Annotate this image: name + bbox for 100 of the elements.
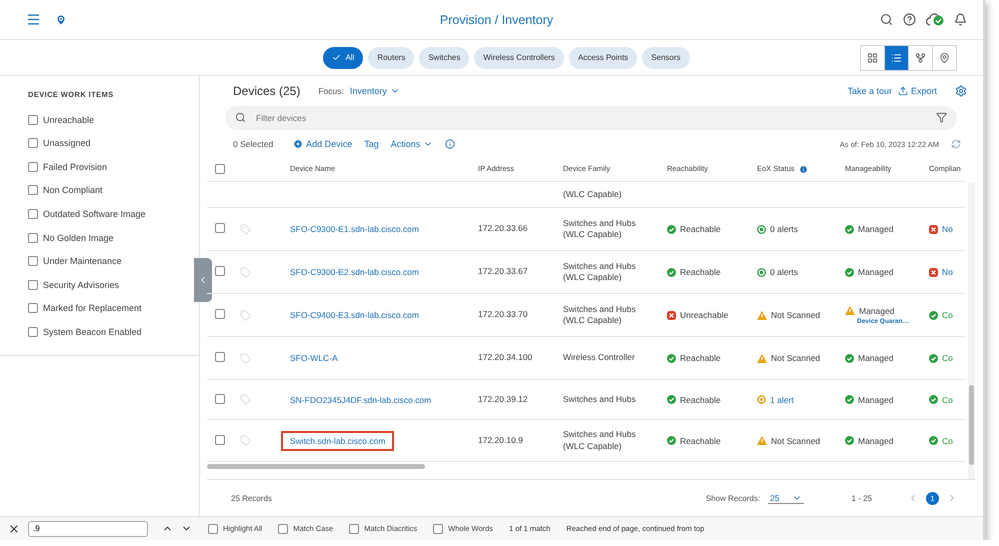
status-text: Reachable — [680, 436, 721, 446]
filter-label: Marked for Replacement — [43, 303, 142, 314]
status-text: Managed — [858, 267, 894, 277]
take-tour-link[interactable]: Take a tour — [847, 86, 892, 96]
help-icon[interactable] — [903, 13, 916, 26]
map-pin-icon — [939, 52, 950, 64]
filter-label: Non Compliant — [43, 185, 103, 196]
selected-count: 0 Selected — [233, 139, 274, 149]
table-cell-text: Switches and Hubs — [563, 394, 637, 406]
device-name-link[interactable]: SFO-C9400-E3.sdn-lab.cisco.com — [281, 305, 428, 325]
status-text: Not Scanned — [771, 353, 820, 363]
filter-label: No Golden Image — [43, 232, 114, 243]
device-name-link[interactable]: SFO-C9300-E1.sdn-lab.cisco.com — [281, 219, 428, 239]
grid-icon — [867, 52, 878, 64]
add-device-button[interactable]: Add Device — [293, 139, 352, 149]
menu-icon[interactable] — [26, 12, 41, 27]
filter-chip[interactable]: All — [323, 46, 364, 68]
status-text: Reachable — [680, 394, 721, 404]
refresh-icon[interactable] — [951, 139, 961, 149]
view-toggle-button[interactable] — [932, 45, 957, 71]
checkbox[interactable] — [349, 524, 360, 534]
filter-chip[interactable]: Switches — [419, 46, 470, 68]
checkbox[interactable] — [215, 223, 225, 233]
status-text: 0 alerts — [770, 267, 798, 277]
view-toggle-button[interactable] — [884, 45, 909, 71]
checkbox[interactable] — [215, 434, 225, 444]
tag-button[interactable]: Tag — [364, 139, 379, 149]
focus-dropdown[interactable]: Inventory — [350, 86, 400, 96]
table-cell-text: 172.20.34.100 — [478, 352, 534, 364]
search-field[interactable]: Filter devices — [225, 106, 957, 130]
notifications-icon[interactable] — [954, 13, 967, 26]
device-name-link[interactable]: SFO-WLC-A — [281, 348, 347, 368]
table-cell-text: 172.20.10.9 — [478, 434, 524, 446]
plus-circle-icon — [293, 139, 304, 149]
checkbox[interactable] — [208, 524, 218, 534]
status-text[interactable]: 1 alert — [770, 394, 794, 404]
table-cell-text: 172.20.33.66 — [478, 223, 529, 235]
checkbox[interactable] — [28, 280, 38, 290]
checkbox[interactable] — [278, 524, 288, 534]
checkbox[interactable] — [28, 162, 38, 172]
table-cell-text: Wireless Controller — [563, 352, 636, 364]
filter-chip[interactable]: Sensors — [642, 46, 690, 68]
view-toggle-button[interactable] — [908, 45, 933, 71]
filter-chip[interactable]: Wireless Controllers — [474, 46, 564, 68]
device-name-link[interactable]: Switch.sdn-lab.cisco.com — [281, 430, 394, 450]
vertical-scrollbar[interactable] — [969, 385, 974, 465]
checkbox[interactable] — [28, 208, 38, 219]
table-cell-text: 172.20.33.70 — [478, 309, 529, 321]
filter-label: Outdated Software Image — [43, 208, 146, 219]
status-text: Reachable — [680, 353, 721, 363]
info-icon[interactable] — [445, 139, 456, 149]
checkbox[interactable] — [215, 266, 225, 276]
devices-title: Devices (25) — [233, 84, 300, 98]
view-toggle-button[interactable] — [860, 45, 885, 71]
horizontal-scrollbar[interactable] — [207, 464, 425, 469]
status-text: No — [942, 267, 953, 277]
list-icon — [891, 52, 902, 64]
filter-chip[interactable]: Access Points — [568, 46, 638, 68]
page-size-select[interactable]: 25 — [768, 492, 804, 504]
device-name-link[interactable]: SFO-C9300-E2.sdn-lab.cisco.com — [281, 262, 428, 282]
cloud-check-icon[interactable] — [926, 13, 944, 26]
status-text: Managed — [858, 224, 894, 234]
device-name-link[interactable]: SN-FDO2345J4DF.sdn-lab.cisco.com — [281, 390, 440, 410]
page-title: Provision / Inventory — [438, 12, 554, 26]
record-range: 1 - 25 — [852, 494, 872, 502]
checkbox[interactable] — [28, 138, 38, 148]
checkbox[interactable] — [28, 232, 38, 243]
export-button[interactable]: Export — [898, 86, 937, 96]
checkbox[interactable] — [28, 326, 38, 337]
filter-label: Security Advisories — [43, 280, 120, 290]
actions-dropdown[interactable]: Actions — [390, 139, 434, 149]
table-cell-text: Switches and Hubs (WLC Capable) — [563, 304, 637, 326]
table-cell-text: 172.20.33.67 — [478, 266, 529, 278]
find-input[interactable]: .9 — [28, 520, 148, 536]
filter-icon[interactable] — [936, 112, 947, 123]
checkbox[interactable] — [28, 185, 38, 196]
status-text: Not Scanned — [771, 310, 820, 320]
export-icon — [898, 86, 908, 96]
table-cell-text: Switches and Hubs (WLC Capable) — [563, 218, 637, 240]
checkbox[interactable] — [215, 309, 225, 319]
checkbox[interactable] — [28, 256, 38, 266]
collapse-handle[interactable] — [194, 258, 212, 302]
checkbox[interactable] — [215, 164, 225, 174]
checkbox[interactable] — [215, 352, 225, 362]
table-cell-text: 172.20.39.12 — [478, 394, 529, 406]
status-text: Co — [942, 310, 953, 320]
status-text: 0 alerts — [770, 224, 798, 234]
location-pin-icon[interactable] — [55, 14, 67, 26]
checkbox[interactable] — [28, 303, 38, 314]
search-icon — [235, 112, 246, 123]
settings-icon[interactable] — [955, 85, 967, 97]
search-icon[interactable] — [880, 13, 893, 26]
checkbox[interactable] — [433, 524, 444, 534]
filter-chip[interactable]: Routers — [368, 46, 414, 68]
checkbox[interactable] — [28, 114, 38, 125]
filter-label: Under Maintenance — [43, 256, 122, 266]
checkbox[interactable] — [215, 394, 225, 404]
close-icon[interactable] — [8, 522, 20, 534]
record-count: 25 Records — [231, 494, 272, 502]
status-text: Managed — [858, 353, 894, 363]
